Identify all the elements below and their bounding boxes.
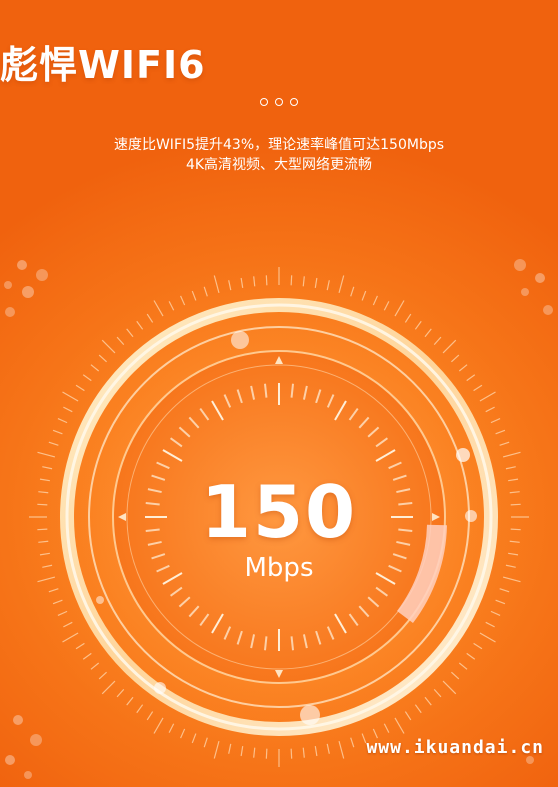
outer-tick <box>265 748 268 759</box>
outer-tick <box>290 275 293 286</box>
speed-gauge <box>4 257 553 779</box>
speed-value: 150 <box>200 470 358 554</box>
outer-tick <box>265 275 268 286</box>
description-line-1: 速度比WIFI5提升43%，理论速率峰值可达150Mbps <box>113 137 445 153</box>
watermark: www.ikuandai.cn <box>366 737 544 758</box>
description: 速度比WIFI5提升43%，理论速率峰值可达150Mbps 4K高清视频、大型网… <box>0 135 558 175</box>
page-title: 彪悍WIFI6 <box>0 43 206 87</box>
dot-indicator <box>290 98 298 106</box>
description-line-2: 4K高清视频、大型网络更流畅 <box>185 157 373 173</box>
pagination-dots <box>0 98 558 106</box>
dot-indicator <box>260 98 268 106</box>
dot-indicator <box>275 98 283 106</box>
speed-unit: Mbps <box>244 553 314 583</box>
outer-tick <box>290 748 293 759</box>
